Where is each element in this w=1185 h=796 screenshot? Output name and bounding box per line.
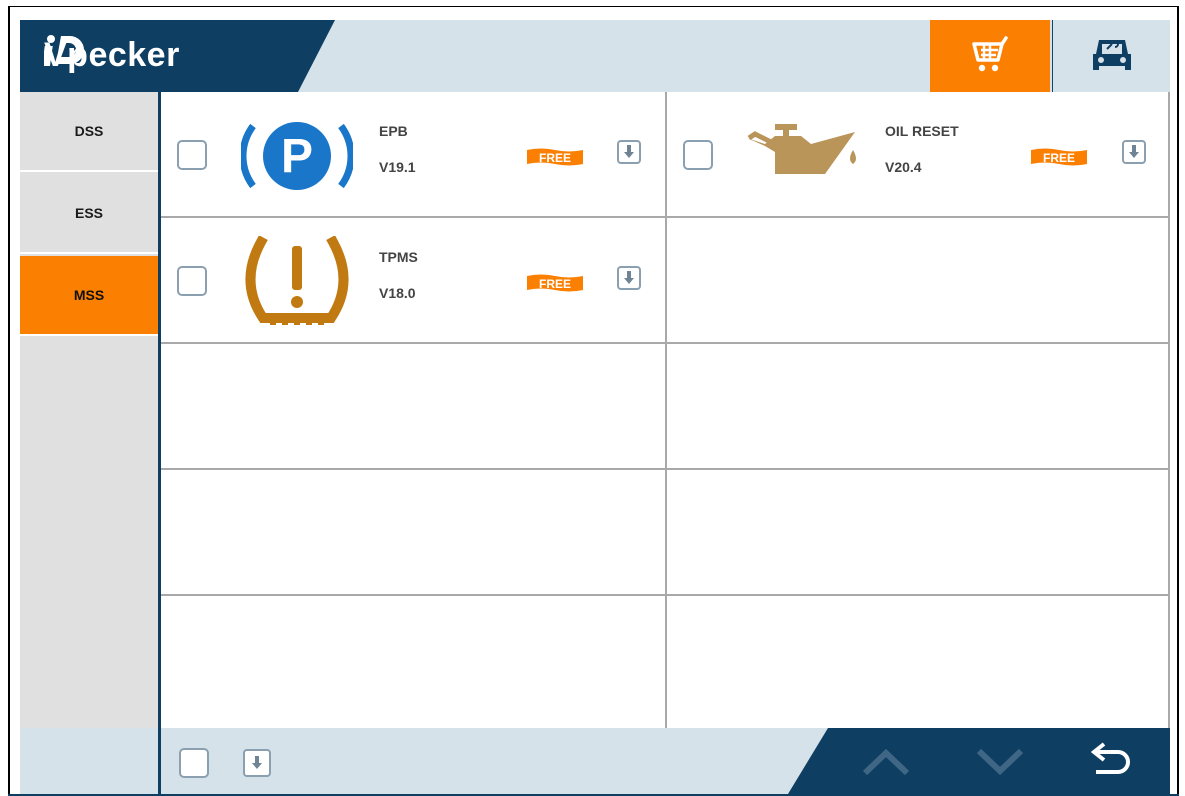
empty-slot <box>161 596 667 728</box>
download-button[interactable] <box>1122 140 1146 164</box>
brand-logo-icon <box>44 35 84 66</box>
free-badge: FREE <box>527 274 583 292</box>
software-name: OIL RESET <box>885 123 959 139</box>
logo-banner: Vpecker <box>20 20 335 92</box>
software-card-tpms[interactable]: TPMS V18.0 FREE <box>161 218 667 344</box>
software-grid: P EPB V19.1 FREE OIL RESET V20.4 FREE TP… <box>161 92 1170 728</box>
free-badge: FREE <box>1031 148 1087 166</box>
back-icon <box>1090 742 1130 774</box>
svg-text:FREE: FREE <box>539 277 571 291</box>
empty-slot <box>161 470 667 596</box>
software-card-epb[interactable]: P EPB V19.1 FREE <box>161 92 667 218</box>
sidebar-item-ess[interactable]: ESS <box>20 174 158 254</box>
sidebar-item-dss[interactable]: DSS <box>20 92 158 172</box>
page-down-button[interactable] <box>972 740 1028 784</box>
select-checkbox[interactable] <box>683 140 713 170</box>
software-version: V19.1 <box>379 159 416 175</box>
download-icon <box>624 145 634 158</box>
arrow-up-icon <box>862 748 910 776</box>
category-sidebar: DSS ESS MSS <box>20 92 158 728</box>
sidebar-item-label: DSS <box>74 123 104 139</box>
svg-text:FREE: FREE <box>1043 151 1075 165</box>
shopping-cart-icon <box>972 36 1008 72</box>
select-all-checkbox[interactable] <box>179 748 209 778</box>
empty-slot <box>161 344 667 470</box>
oil-can-icon <box>747 124 856 174</box>
brand-logo: Vpecker <box>44 30 180 80</box>
car-service-icon <box>1092 40 1131 70</box>
software-name: TPMS <box>379 249 418 265</box>
select-checkbox[interactable] <box>177 140 207 170</box>
svg-text:P: P <box>281 130 313 183</box>
empty-slot <box>667 470 1170 596</box>
download-button[interactable] <box>617 266 641 290</box>
software-card-oil-reset[interactable]: OIL RESET V20.4 FREE <box>667 92 1170 218</box>
empty-slot <box>667 344 1170 470</box>
free-badge: FREE <box>527 148 583 166</box>
download-icon <box>624 271 634 284</box>
empty-slot <box>667 218 1170 344</box>
page-up-button[interactable] <box>858 740 914 784</box>
select-checkbox[interactable] <box>177 266 207 296</box>
back-button[interactable] <box>1082 740 1138 784</box>
footer-left-panel <box>20 728 158 794</box>
shop-button[interactable] <box>930 20 1050 92</box>
tire-pressure-icon <box>245 236 349 325</box>
arrow-down-icon <box>976 748 1024 776</box>
empty-slot <box>667 596 1170 728</box>
download-icon <box>1129 145 1139 158</box>
download-selected-button[interactable] <box>243 749 271 777</box>
sidebar-item-mss[interactable]: MSS <box>20 256 158 336</box>
download-button[interactable] <box>617 140 641 164</box>
svg-text:FREE: FREE <box>539 151 571 165</box>
sidebar-item-label: ESS <box>74 205 103 221</box>
parking-brake-icon: P <box>241 122 353 190</box>
vehicle-button[interactable] <box>1052 20 1170 92</box>
software-version: V18.0 <box>379 285 416 301</box>
software-version: V20.4 <box>885 159 922 175</box>
sidebar-item-label: MSS <box>73 287 105 303</box>
download-icon <box>252 756 262 769</box>
software-name: EPB <box>379 123 408 139</box>
